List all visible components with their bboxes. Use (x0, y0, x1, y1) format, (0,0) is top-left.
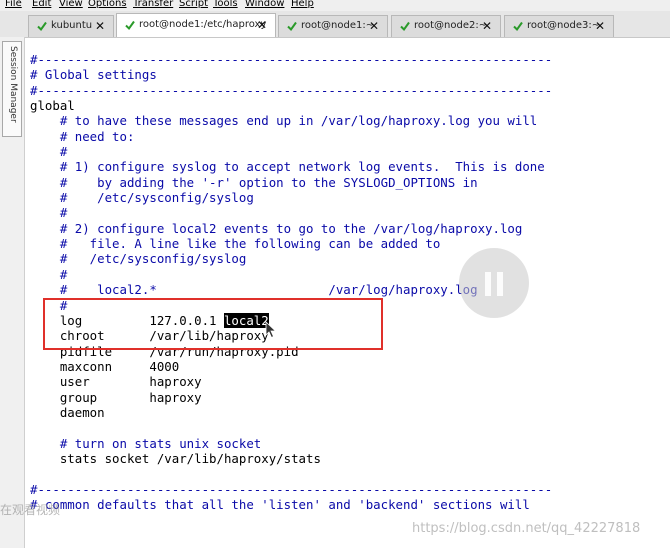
terminal-line: maxconn 4000 (30, 358, 180, 374)
highlight-box (43, 298, 383, 350)
terminal-line: group haproxy (30, 389, 202, 405)
watermark-url: https://blog.csdn.net/qq_42227818 (412, 521, 641, 536)
check-icon (400, 21, 410, 32)
watermark-left: 在观看视频 (0, 503, 61, 517)
tab-label: root@node3:~ (527, 20, 601, 31)
terminal-line: # (30, 144, 68, 160)
terminal-line: # (30, 205, 68, 221)
pause-bar (497, 272, 503, 296)
tab-label: root@node2:~ (414, 20, 488, 31)
tab-label: root@node1:/etc/haproxy (139, 19, 267, 30)
terminal-line: user haproxy (30, 374, 202, 390)
mouse-cursor-icon (265, 321, 277, 339)
terminal-line: # /etc/sysconfig/syslog (30, 251, 247, 267)
menu-tools[interactable]: Tools (213, 0, 238, 9)
tab-label: root@node1:~ (301, 20, 375, 31)
close-icon[interactable]: ✕ (369, 16, 379, 36)
close-icon[interactable]: ✕ (482, 16, 492, 36)
menu-script[interactable]: Script (179, 0, 208, 9)
tab-label: kubuntu (51, 20, 93, 31)
close-icon[interactable]: ✕ (95, 16, 105, 36)
terminal-line: #---------------------------------------… (30, 82, 553, 98)
terminal-line: #---------------------------------------… (30, 52, 553, 67)
session-manager-tab[interactable]: Session Manager (2, 41, 22, 137)
tab-node1[interactable]: root@node1:~ ✕ (278, 15, 388, 37)
tab-node3[interactable]: root@node3:~ ✕ (504, 15, 614, 37)
pause-bar (485, 272, 491, 296)
terminal-line: # file. A line like the following can be… (30, 236, 441, 252)
terminal-line: # (30, 266, 68, 282)
check-icon (287, 21, 297, 32)
menu-transfer[interactable]: Transfer (133, 0, 173, 9)
tab-node2[interactable]: root@node2:~ ✕ (391, 15, 501, 37)
menu-window[interactable]: Window (245, 0, 284, 9)
tab-kubuntu[interactable]: kubuntu ✕ (28, 15, 114, 37)
check-icon (37, 21, 47, 32)
terminal-line: #---------------------------------------… (30, 481, 553, 497)
terminal-output[interactable]: #---------------------------------------… (30, 52, 670, 512)
terminal-line: daemon (30, 404, 105, 420)
pause-icon[interactable] (459, 248, 529, 318)
session-manager-bar: Session Manager (0, 37, 25, 548)
tab-node1-haproxy[interactable]: root@node1:/etc/haproxy ✕ (116, 13, 276, 37)
menu-edit[interactable]: Edit (32, 0, 51, 9)
menu-file[interactable]: File (5, 0, 22, 9)
close-icon[interactable]: ✕ (257, 14, 267, 36)
close-icon[interactable]: ✕ (595, 16, 605, 36)
terminal-line: # Global settings (30, 67, 157, 83)
menu-view[interactable]: View (59, 0, 83, 9)
terminal-line: global (30, 98, 75, 114)
terminal-line: # local2.* /var/log/haproxy.log (30, 282, 478, 298)
terminal-line: stats socket /var/lib/haproxy/stats (30, 450, 321, 466)
terminal-line: # /etc/sysconfig/syslog (30, 190, 254, 206)
menu-options[interactable]: Options (88, 0, 127, 9)
terminal-line: # to have these messages end up in /var/… (30, 113, 538, 129)
terminal-line: # turn on stats unix socket (30, 435, 262, 451)
terminal-line: # by adding the '-r' option to the SYSLO… (30, 174, 478, 190)
check-icon (513, 21, 523, 32)
terminal-line: # need to: (30, 128, 135, 144)
tab-strip: kubuntu ✕ root@node1:/etc/haproxy ✕ root… (0, 11, 670, 38)
menu-help[interactable]: Help (291, 0, 314, 9)
terminal-line: # 2) configure local2 events to go to th… (30, 220, 523, 236)
session-manager-label: Session Manager (8, 46, 18, 123)
menu-bar: File Edit View Options Transfer Script T… (0, 0, 670, 11)
terminal-line: # 1) configure syslog to accept network … (30, 159, 545, 175)
terminal-line: # common defaults that all the 'listen' … (30, 496, 530, 512)
check-icon (125, 20, 135, 31)
